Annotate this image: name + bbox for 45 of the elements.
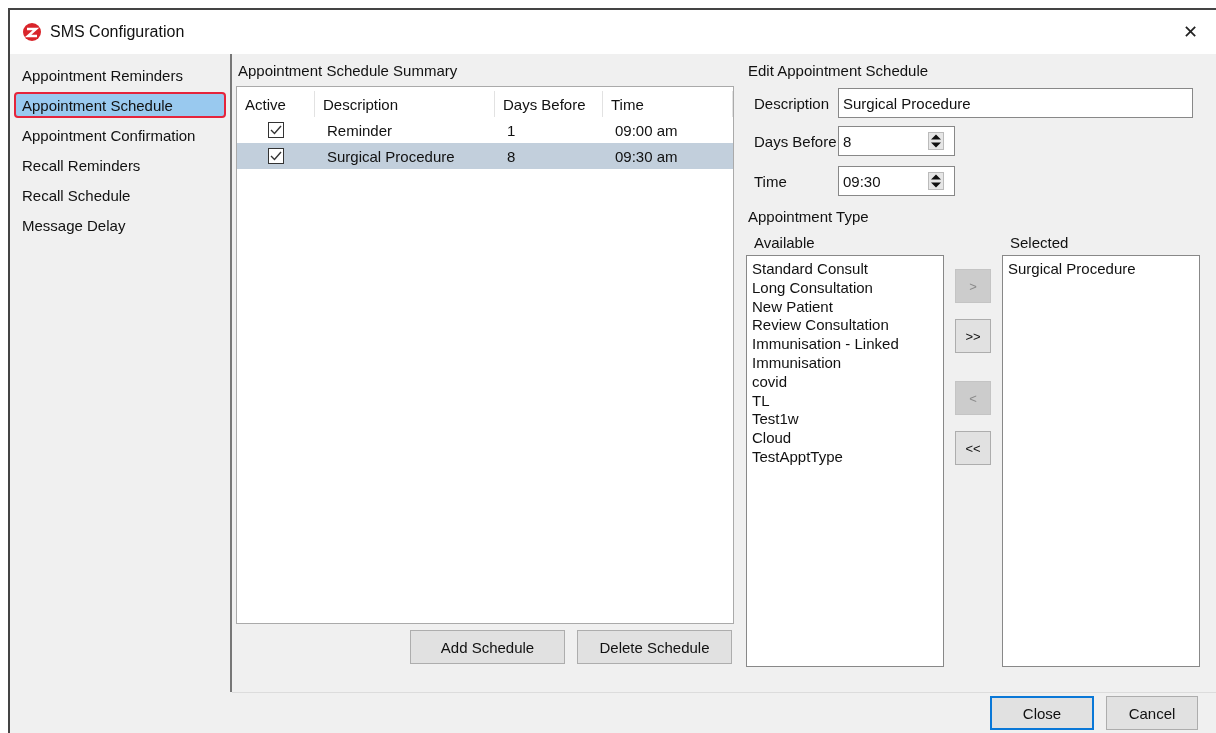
dialog-button[interactable]: Cancel	[1106, 696, 1198, 730]
checkbox[interactable]	[268, 122, 284, 138]
description-field[interactable]: Surgical Procedure	[838, 88, 1193, 118]
window-title: SMS Configuration	[50, 23, 186, 41]
section-title: Edit Appointment Schedule	[748, 62, 930, 81]
schedule-button[interactable]: Add Schedule	[410, 630, 565, 664]
section-title: Appointment Type	[748, 208, 870, 227]
spinner-icon	[928, 132, 944, 150]
list-item[interactable]: Long Consultation	[752, 278, 938, 298]
list-item[interactable]: Test1w	[752, 410, 938, 430]
list-item[interactable]: TestApptType	[752, 447, 938, 467]
list-item[interactable]: Immunisation	[752, 354, 938, 373]
spinner-icon	[928, 172, 944, 190]
move-button[interactable]: >>	[955, 319, 991, 353]
section-title: Appointment Schedule Summary	[238, 62, 459, 81]
schedule-button[interactable]: Delete Schedule	[577, 630, 732, 664]
app-logo-icon	[22, 22, 42, 42]
list-item[interactable]: Surgical Procedure	[1008, 260, 1194, 279]
list-item[interactable]: Cloud	[752, 429, 938, 448]
close-button[interactable]: ✕	[1177, 21, 1204, 43]
list-label: Available	[754, 234, 816, 251]
list-item[interactable]: covid	[752, 372, 938, 392]
list-label: Selected	[1010, 234, 1069, 251]
list-item[interactable]: Immunisation - Linked	[752, 335, 938, 354]
sidebar-item[interactable]: Appointment Schedule	[14, 92, 226, 118]
sidebar-item[interactable]: Recall Schedule	[14, 182, 226, 208]
sidebar-item[interactable]: Message Delay	[14, 212, 226, 238]
table-cell: 09:30 am	[603, 143, 733, 169]
dialog-button[interactable]: Close	[990, 696, 1094, 730]
list-item[interactable]: Standard Consult	[752, 260, 938, 279]
time-field[interactable]: 09:30	[838, 166, 955, 196]
sidebar-item[interactable]: Recall Reminders	[14, 152, 226, 178]
field-label: Time	[753, 172, 788, 190]
days-before-field[interactable]: 8	[838, 126, 955, 156]
table-cell: 8	[495, 143, 603, 169]
list-item[interactable]: New Patient	[752, 297, 938, 317]
checkbox[interactable]	[268, 148, 284, 164]
field-label: Description	[753, 94, 831, 112]
table-cell: Surgical Procedure	[315, 143, 495, 169]
sidebar-item[interactable]: Appointment Confirmation	[14, 122, 226, 148]
list-item[interactable]: Review Consultation	[752, 316, 938, 336]
list-item[interactable]: TL	[752, 391, 938, 411]
move-button[interactable]: <<	[955, 431, 991, 465]
field-label: Days Before	[753, 132, 838, 150]
sidebar-item[interactable]: Appointment Reminders	[14, 62, 226, 88]
